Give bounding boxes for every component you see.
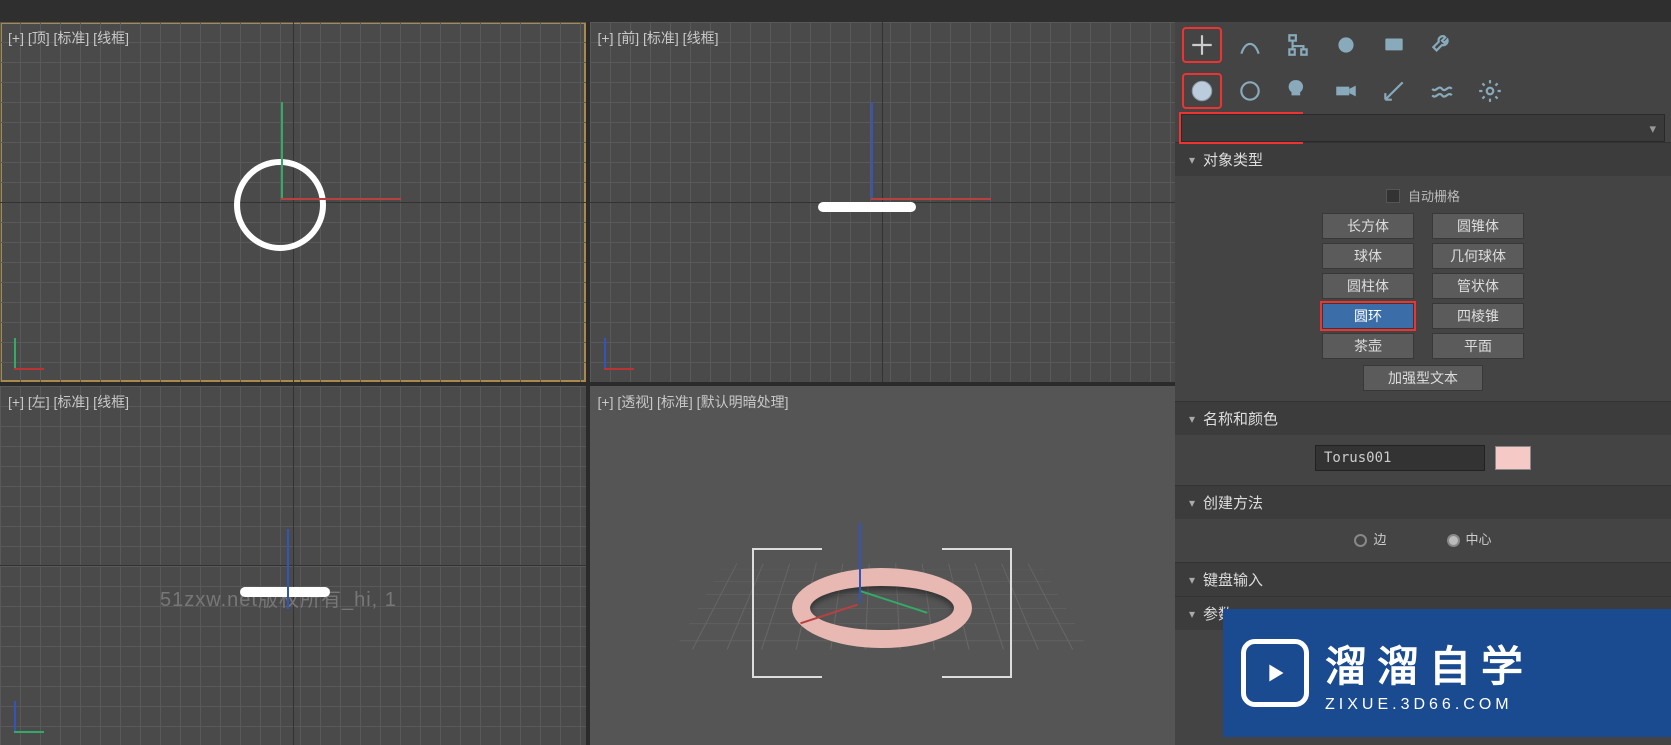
- primitive-button-textplus[interactable]: 加强型文本: [1363, 365, 1483, 391]
- primitive-button-3[interactable]: 几何球体: [1432, 243, 1524, 269]
- create-tab-icon[interactable]: [1183, 28, 1221, 62]
- play-logo-icon: [1241, 639, 1309, 707]
- brand-title: 溜溜自学: [1325, 633, 1533, 694]
- rollout-creation-method-header[interactable]: 创建方法: [1175, 485, 1671, 519]
- dropdown-label: 标准基本体: [1192, 119, 1257, 138]
- utilities-tab-icon[interactable]: [1423, 28, 1461, 62]
- autogrid-checkbox[interactable]: [1386, 189, 1400, 203]
- motion-tab-icon[interactable]: [1327, 28, 1365, 62]
- display-tab-icon[interactable]: [1375, 28, 1413, 62]
- primitive-button-2[interactable]: 球体: [1322, 243, 1414, 269]
- create-category-row: [1175, 68, 1671, 114]
- torus-edge[interactable]: [818, 202, 916, 212]
- rollout-object-type-body: 自动栅格 长方体圆锥体球体几何球体圆柱体管状体圆环四棱锥茶壶平面 加强型文本: [1175, 176, 1671, 401]
- viewport-perspective[interactable]: [+] [透视] [标准] [默认明暗处理]: [590, 386, 1176, 745]
- primitive-category-dropdown[interactable]: 标准基本体: [1181, 114, 1301, 142]
- command-panel-tabs: [1175, 22, 1671, 68]
- viewport-label-top[interactable]: [+] [顶] [标准] [线框]: [8, 28, 129, 48]
- torus-edge[interactable]: [240, 587, 330, 597]
- object-name-input[interactable]: [1315, 445, 1485, 471]
- viewport-front[interactable]: [+] [前] [标准] [线框]: [590, 22, 1176, 382]
- helpers-category-icon[interactable]: [1375, 74, 1413, 108]
- systems-category-icon[interactable]: [1471, 74, 1509, 108]
- rollout-object-type-header[interactable]: 对象类型: [1175, 142, 1671, 176]
- primitive-button-1[interactable]: 圆锥体: [1432, 213, 1524, 239]
- brand-banner: 溜溜自学 ZIXUE.3D66.COM: [1223, 609, 1671, 737]
- rollout-keyboard-entry-header[interactable]: 键盘输入: [1175, 562, 1671, 596]
- spacewarps-category-icon[interactable]: [1423, 74, 1461, 108]
- command-panel: 标准基本体 ▾ 对象类型 自动栅格 长方体圆锥体球体几何球体圆柱体管状体圆环四棱…: [1175, 22, 1671, 745]
- top-toolbar: [0, 0, 1671, 22]
- primitive-button-0[interactable]: 长方体: [1322, 213, 1414, 239]
- viewport-label-front[interactable]: [+] [前] [标准] [线框]: [598, 28, 719, 48]
- radio-edge[interactable]: 边: [1354, 529, 1386, 548]
- primitive-button-8[interactable]: 茶壶: [1322, 333, 1414, 359]
- lights-category-icon[interactable]: [1279, 74, 1317, 108]
- viewport-left[interactable]: [+] [左] [标准] [线框] 51zxw.net版权所有_hi, 1: [0, 386, 586, 745]
- primitive-button-9[interactable]: 平面: [1432, 333, 1524, 359]
- primitive-button-4[interactable]: 圆柱体: [1322, 273, 1414, 299]
- hierarchy-tab-icon[interactable]: [1279, 28, 1317, 62]
- axis-tripod: [14, 685, 60, 731]
- axis-tripod: [604, 322, 650, 368]
- viewport-label-persp[interactable]: [+] [透视] [标准] [默认明暗处理]: [598, 392, 789, 412]
- viewport-label-left[interactable]: [+] [左] [标准] [线框]: [8, 392, 129, 412]
- primitive-button-7[interactable]: 四棱锥: [1432, 303, 1524, 329]
- chevron-down-icon: ▾: [1649, 121, 1656, 137]
- object-color-swatch[interactable]: [1495, 446, 1531, 470]
- geometry-category-icon[interactable]: [1183, 74, 1221, 108]
- primitive-button-5[interactable]: 管状体: [1432, 273, 1524, 299]
- shapes-category-icon[interactable]: [1231, 74, 1269, 108]
- primitive-button-6[interactable]: 圆环: [1322, 303, 1414, 329]
- radio-center[interactable]: 中心: [1447, 529, 1492, 548]
- modify-tab-icon[interactable]: [1231, 28, 1269, 62]
- autogrid-label: 自动栅格: [1408, 186, 1460, 205]
- rollout-name-color-header[interactable]: 名称和颜色: [1175, 401, 1671, 435]
- viewport-grid: [+] [顶] [标准] [线框] [+] [前] [标准] [线框] [+] …: [0, 22, 1175, 745]
- viewport-top[interactable]: [+] [顶] [标准] [线框]: [0, 22, 586, 382]
- axis-tripod: [14, 322, 60, 368]
- torus-solid[interactable]: [792, 568, 972, 648]
- cameras-category-icon[interactable]: [1327, 74, 1365, 108]
- brand-url: ZIXUE.3D66.COM: [1325, 696, 1533, 714]
